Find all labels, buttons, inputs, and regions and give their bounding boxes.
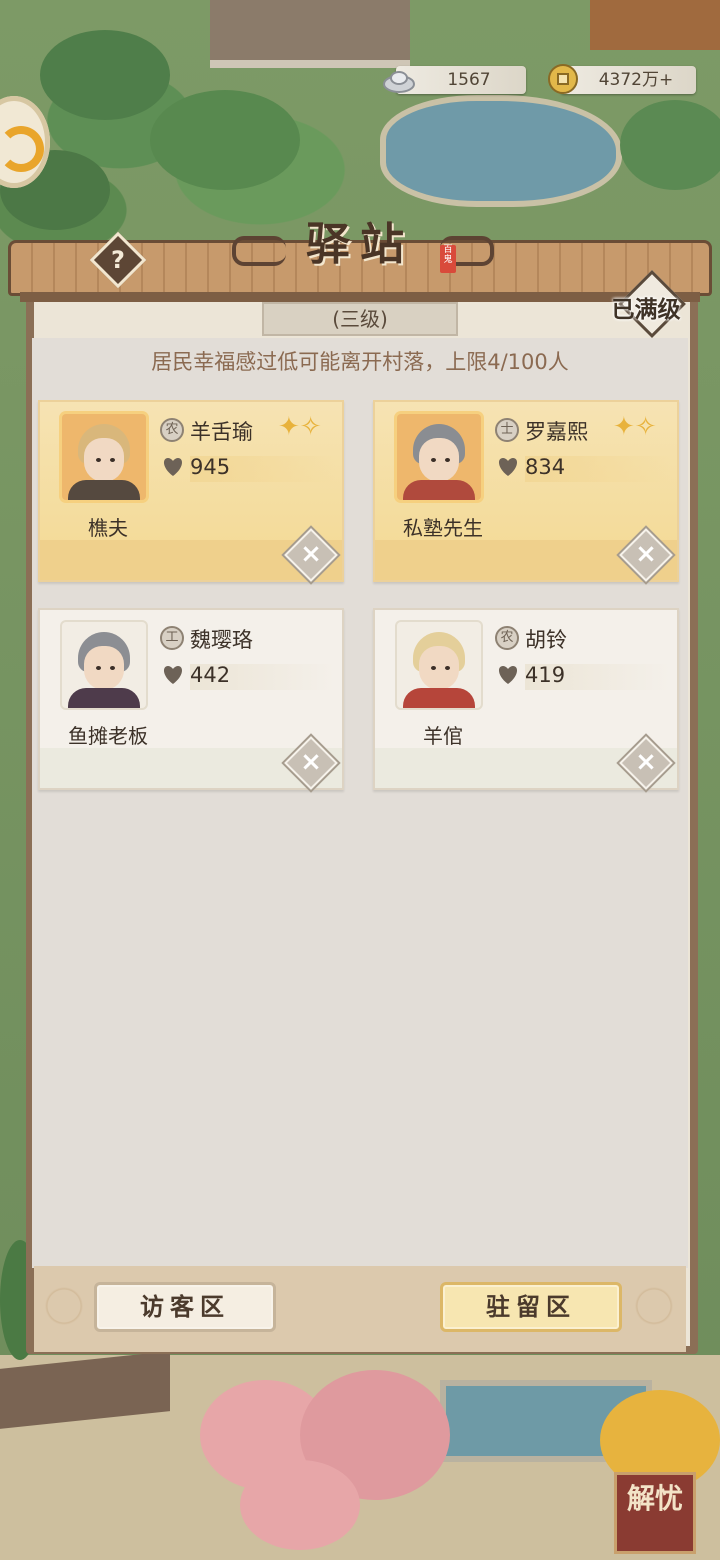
- resident-job: 樵夫: [88, 516, 128, 540]
- resident-card[interactable]: 工 魏璎珞 442 鱼摊老板 ×: [38, 608, 344, 790]
- tutor-portrait: [397, 414, 481, 500]
- class-icon: 农: [160, 418, 184, 442]
- resident-name: 罗嘉熙: [525, 420, 588, 444]
- resident-name: 魏璎珞: [190, 628, 253, 652]
- fish-vendor-portrait: [62, 622, 146, 708]
- close-icon: ×: [635, 539, 657, 569]
- happiness-value: 834: [525, 455, 566, 479]
- shepherd-portrait: [397, 622, 481, 708]
- class-icon: 农: [495, 626, 519, 650]
- capacity-notice: 居民幸福感过低可能离开村落，上限4/100人: [151, 350, 569, 374]
- relieve-worry-button[interactable]: 解忧: [614, 1472, 696, 1554]
- resident-card[interactable]: 士 罗嘉熙 834 私塾先生 ✦✧ ×: [373, 400, 679, 582]
- sparkle-icon: ✦✧: [613, 412, 657, 442]
- happiness-value: 419: [525, 663, 566, 687]
- close-icon: ×: [300, 747, 322, 777]
- resident-job: 鱼摊老板: [68, 724, 148, 748]
- happiness-icon: [498, 666, 518, 684]
- max-level-text: 已满级: [611, 297, 681, 323]
- visitor-area-tab[interactable]: 访客区: [94, 1282, 276, 1332]
- class-icon: 士: [495, 418, 519, 442]
- level-label: (三级): [262, 302, 458, 336]
- resident-name: 羊舌瑜: [190, 420, 253, 444]
- silver-counter: 1567: [383, 66, 526, 94]
- resident-card[interactable]: 农 胡铃 419 羊倌 ×: [373, 608, 679, 790]
- coin-value: 4372万+: [598, 70, 674, 90]
- woodcutter-portrait: [62, 414, 146, 500]
- silver-ingot-icon: [383, 71, 415, 93]
- happiness-value: 945: [190, 455, 231, 479]
- title-banner: 驿站: [178, 214, 542, 276]
- title-seal: 百鬼: [440, 245, 456, 273]
- resident-area-tab[interactable]: 驻留区: [440, 1282, 622, 1332]
- close-icon: ×: [635, 747, 657, 777]
- resident-card[interactable]: 农 羊舌瑜 945 樵夫 ✦✧ ×: [38, 400, 344, 582]
- happiness-icon: [163, 458, 183, 476]
- max-level-badge: 已满级: [606, 270, 686, 338]
- class-icon: 工: [160, 626, 184, 650]
- happiness-icon: [163, 666, 183, 684]
- resident-name: 胡铃: [525, 628, 567, 652]
- resident-job: 私塾先生: [403, 516, 483, 540]
- happiness-icon: [498, 458, 518, 476]
- help-icon: ?: [111, 246, 125, 274]
- happiness-value: 442: [190, 663, 231, 687]
- page-title: 驿站: [306, 219, 414, 270]
- sparkle-icon: ✦✧: [278, 412, 322, 442]
- resident-job: 羊倌: [423, 724, 463, 748]
- copper-coin-icon: [548, 64, 578, 94]
- close-icon: ×: [300, 539, 322, 569]
- coin-counter: 4372万+: [548, 64, 696, 94]
